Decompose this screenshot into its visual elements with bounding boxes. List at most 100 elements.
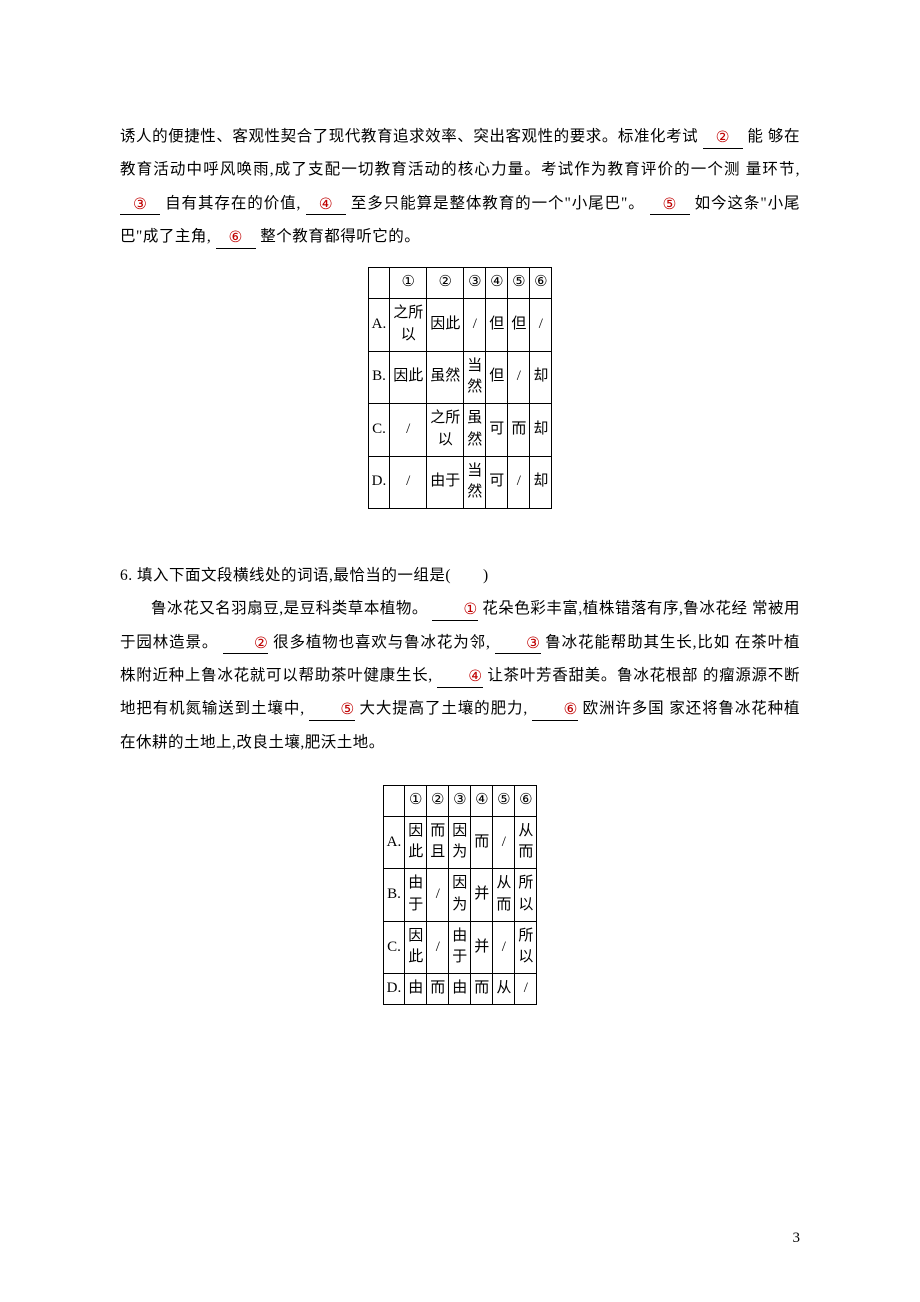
td: 而且 bbox=[427, 816, 449, 869]
blank-label: ⑥ bbox=[229, 229, 243, 246]
td: 当然 bbox=[464, 456, 486, 509]
td: 因为 bbox=[449, 869, 471, 922]
td: 却 bbox=[530, 456, 552, 509]
text: 大大提高了土壤的肥力, bbox=[360, 700, 528, 717]
td: 但 bbox=[486, 351, 508, 404]
blank-6: ⑥ bbox=[532, 701, 577, 721]
text: 整个教育都得听它的。 bbox=[260, 228, 420, 245]
blank-label: ② bbox=[716, 129, 730, 146]
td: / bbox=[493, 816, 515, 869]
td: 因此 bbox=[405, 921, 427, 974]
td: 由 bbox=[449, 974, 471, 1005]
text: 花朵色彩丰富,植株错落有序,鲁冰花经 bbox=[482, 600, 747, 617]
td: / bbox=[515, 974, 537, 1005]
td: / bbox=[530, 299, 552, 352]
th: ⑥ bbox=[530, 268, 552, 299]
td: 由于 bbox=[405, 869, 427, 922]
passage-2: 鲁冰花又名羽扇豆,是豆科类草本植物。 ① 花朵色彩丰富,植株错落有序,鲁冰花经 … bbox=[120, 592, 800, 759]
row-label: B. bbox=[383, 869, 405, 922]
th: ⑤ bbox=[508, 268, 530, 299]
blank-2: ② bbox=[703, 129, 743, 149]
text: 量环节, bbox=[746, 161, 800, 178]
text: 很多植物也喜欢与鲁冰花为邻, bbox=[273, 634, 490, 651]
table-row: A. 之所以 因此 / 但 但 / bbox=[368, 299, 552, 352]
row-label: C. bbox=[368, 404, 390, 457]
row-label: D. bbox=[368, 456, 390, 509]
blank-label: ① bbox=[463, 601, 477, 618]
th: ⑤ bbox=[493, 785, 515, 816]
td: 因此 bbox=[427, 299, 464, 352]
td: 之所以 bbox=[390, 299, 427, 352]
td: 可 bbox=[486, 456, 508, 509]
blank-1: ① bbox=[432, 601, 477, 621]
blank-label: ⑤ bbox=[340, 701, 354, 718]
td: 却 bbox=[530, 404, 552, 457]
td: 但 bbox=[508, 299, 530, 352]
page-number: 3 bbox=[793, 1222, 801, 1254]
text: 诱人的便捷性、客观性契合了现代教育追求效率、突出客观性的要求。标准化考试 bbox=[120, 128, 698, 145]
text: 欧洲许多国 bbox=[583, 700, 665, 717]
td: / bbox=[427, 921, 449, 974]
th: ④ bbox=[486, 268, 508, 299]
td: 所以 bbox=[515, 869, 537, 922]
text: 让茶叶芳香甜美。鲁冰花根部 bbox=[487, 667, 698, 684]
row-label: B. bbox=[368, 351, 390, 404]
blank-3: ③ bbox=[495, 635, 540, 655]
text: 至多只能算是整体教育的一个"小尾巴"。 bbox=[351, 195, 645, 212]
td: 之所以 bbox=[427, 404, 464, 457]
th: ③ bbox=[449, 785, 471, 816]
question-stem: 6. 填入下面文段横线处的词语,最恰当的一组是( ) bbox=[120, 559, 800, 592]
table-row: A. 因此 而且 因为 而 / 从而 bbox=[383, 816, 537, 869]
td: / bbox=[508, 456, 530, 509]
th: ② bbox=[427, 785, 449, 816]
th: ② bbox=[427, 268, 464, 299]
table-row: C. 因此 / 由于 并 / 所以 bbox=[383, 921, 537, 974]
options-table-1: ① ② ③ ④ ⑤ ⑥ A. 之所以 因此 / 但 但 / B. 因此 虽然 当… bbox=[368, 267, 553, 509]
td: 从而 bbox=[515, 816, 537, 869]
options-table-2: ① ② ③ ④ ⑤ ⑥ A. 因此 而且 因为 而 / 从而 B. 由于 / 因… bbox=[383, 785, 538, 1005]
td: 从 bbox=[493, 974, 515, 1005]
blank-label: ⑤ bbox=[662, 196, 676, 213]
td: 却 bbox=[530, 351, 552, 404]
td: / bbox=[427, 869, 449, 922]
th: ① bbox=[405, 785, 427, 816]
td: 但 bbox=[486, 299, 508, 352]
row-label: A. bbox=[368, 299, 390, 352]
blank-label: ② bbox=[254, 635, 268, 652]
td: 可 bbox=[486, 404, 508, 457]
table-header-row: ① ② ③ ④ ⑤ ⑥ bbox=[368, 268, 552, 299]
text: 鲁冰花又名羽扇豆,是豆科类草本植物。 bbox=[151, 600, 428, 617]
td: 虽然 bbox=[464, 404, 486, 457]
th: ① bbox=[390, 268, 427, 299]
td: 当然 bbox=[464, 351, 486, 404]
passage-1: 诱人的便捷性、客观性契合了现代教育追求效率、突出客观性的要求。标准化考试 ② 能… bbox=[120, 120, 800, 253]
th bbox=[368, 268, 390, 299]
table-row: B. 因此 虽然 当然 但 / 却 bbox=[368, 351, 552, 404]
text: 能 bbox=[747, 128, 763, 145]
row-label: C. bbox=[383, 921, 405, 974]
table-row: C. / 之所以 虽然 可 而 却 bbox=[368, 404, 552, 457]
td: 而 bbox=[471, 974, 493, 1005]
td: 因此 bbox=[405, 816, 427, 869]
td: 从而 bbox=[493, 869, 515, 922]
blank-6: ⑥ bbox=[216, 229, 256, 249]
blank-3: ③ bbox=[120, 196, 160, 216]
td: 由 bbox=[405, 974, 427, 1005]
td: / bbox=[493, 921, 515, 974]
table-row: D. / 由于 当然 可 / 却 bbox=[368, 456, 552, 509]
table-row: B. 由于 / 因为 并 从而 所以 bbox=[383, 869, 537, 922]
table-header-row: ① ② ③ ④ ⑤ ⑥ bbox=[383, 785, 537, 816]
td: 因此 bbox=[390, 351, 427, 404]
row-label: D. bbox=[383, 974, 405, 1005]
question-6: 6. 填入下面文段横线处的词语,最恰当的一组是( ) 鲁冰花又名羽扇豆,是豆科类… bbox=[120, 559, 800, 759]
blank-label: ④ bbox=[319, 196, 333, 213]
td: 而 bbox=[471, 816, 493, 869]
blank-4: ④ bbox=[306, 196, 346, 216]
td: 而 bbox=[508, 404, 530, 457]
th bbox=[383, 785, 405, 816]
td: 并 bbox=[471, 921, 493, 974]
table-row: D. 由 而 由 而 从 / bbox=[383, 974, 537, 1005]
blank-2: ② bbox=[223, 635, 268, 655]
th: ⑥ bbox=[515, 785, 537, 816]
td: 因为 bbox=[449, 816, 471, 869]
